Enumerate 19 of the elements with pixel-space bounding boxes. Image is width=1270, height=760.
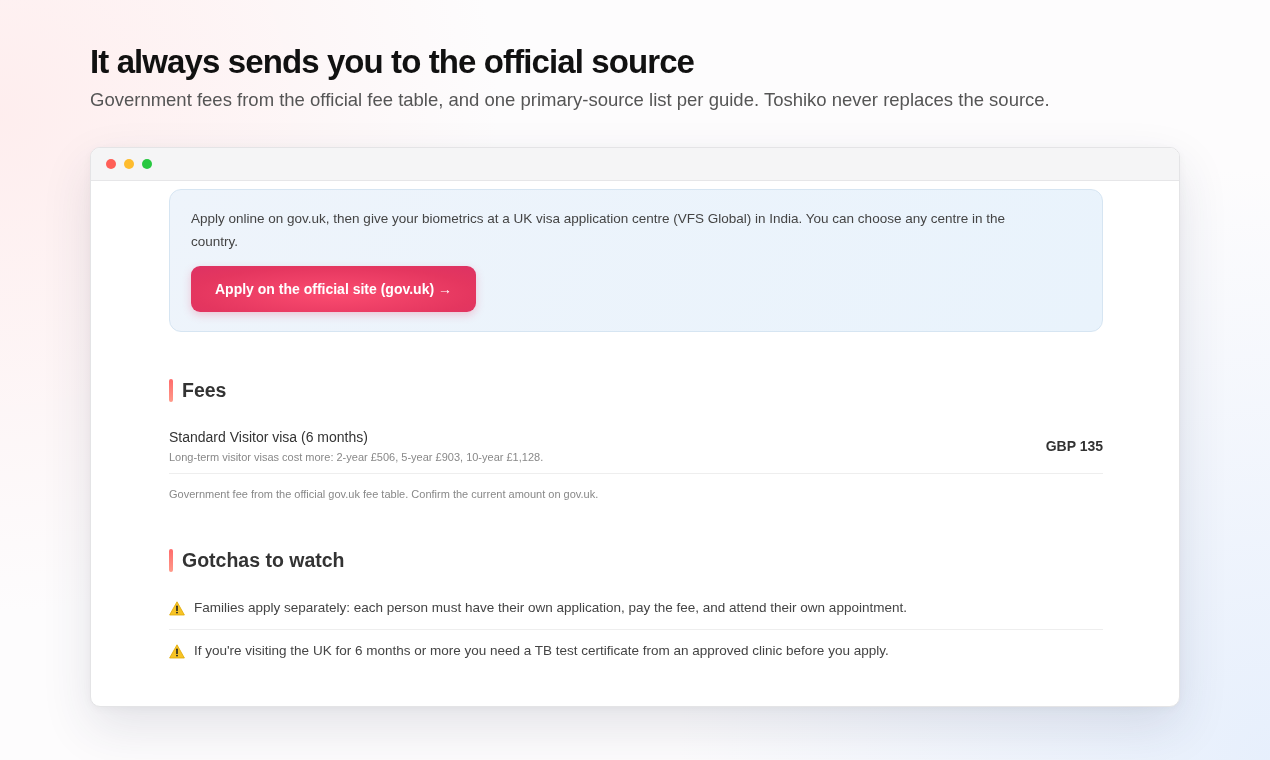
section-heading: Fees bbox=[182, 378, 227, 403]
fee-note: Long-term visitor visas cost more: 2-year £506, 5-year £903, 10-year £1,128. bbox=[169, 450, 544, 464]
page-subtitle: Government fees from the official fee table, and one primary-source list per guide. Toshiko never replaces the source. bbox=[90, 88, 1050, 112]
accent-bar-icon bbox=[169, 378, 173, 402]
warning-icon bbox=[169, 643, 185, 659]
fee-amount: GBP 135 bbox=[1045, 438, 1103, 454]
section-heading: Gotchas to watch bbox=[182, 548, 345, 573]
gotcha-text: If you're visiting the UK for 6 months or more you need a TB test certificate from an approved clinic before you apply. bbox=[194, 642, 889, 660]
warning-icon bbox=[169, 600, 185, 616]
gotcha-text: Families apply separately: each person must have their own application, pay the fee, and attend their own appointment. bbox=[194, 599, 907, 617]
panel-text: Apply online on gov.uk, then give your biometrics at a UK visa application centre (VFS Global) in India. You can choose any centre in the country. bbox=[191, 210, 1006, 251]
page-title: It always sends you to the official source bbox=[90, 42, 695, 82]
apply-button[interactable]: Apply on the official site (gov.uk) → bbox=[191, 266, 476, 312]
maximize-icon[interactable] bbox=[142, 159, 152, 169]
fee-footnote: Government fee from the official gov.uk fee table. Confirm the current amount on gov.uk. bbox=[169, 487, 599, 501]
fee-name: Standard Visitor visa (6 months) bbox=[169, 428, 369, 447]
close-icon[interactable] bbox=[106, 159, 116, 169]
accent-bar-icon bbox=[169, 548, 173, 572]
minimize-icon[interactable] bbox=[124, 159, 134, 169]
